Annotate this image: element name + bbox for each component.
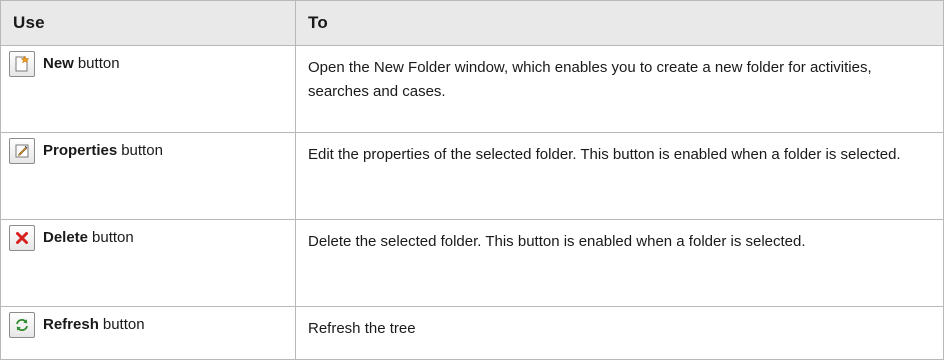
table-row: New button Open the New Folder window, w…	[0, 45, 944, 133]
new-folder-button[interactable]	[9, 51, 35, 77]
use-cell: Refresh button	[0, 306, 296, 360]
table-header-row: Use To	[0, 0, 944, 46]
table-row: Delete button Delete the selected folder…	[0, 219, 944, 307]
use-suffix: button	[77, 55, 120, 72]
description-cell: Open the New Folder window, which enable…	[295, 45, 944, 133]
use-cell: Delete button	[0, 219, 296, 307]
description-cell: Refresh the tree	[295, 306, 944, 360]
buttons-table: Use To New button Open the New Folder wi…	[0, 0, 944, 360]
header-to: To	[295, 0, 944, 46]
use-name: Delete	[43, 229, 89, 246]
delete-icon	[16, 232, 28, 244]
use-name: Properties	[43, 142, 118, 159]
use-cell: Properties button	[0, 132, 296, 220]
new-folder-icon	[15, 55, 30, 72]
table-row: Refresh button Refresh the tree	[0, 306, 944, 360]
description-cell: Edit the properties of the selected fold…	[295, 132, 944, 220]
use-suffix: button	[92, 229, 134, 246]
use-suffix: button	[102, 316, 145, 333]
description-cell: Delete the selected folder. This button …	[295, 219, 944, 307]
use-name: Refresh	[43, 316, 99, 333]
properties-icon	[15, 144, 29, 158]
refresh-button[interactable]	[9, 312, 35, 338]
use-name: New	[43, 55, 74, 72]
refresh-icon	[16, 319, 28, 331]
properties-button[interactable]	[9, 138, 35, 164]
use-cell: New button	[0, 45, 296, 133]
table-row: Properties button Edit the properties of…	[0, 132, 944, 220]
header-use: Use	[0, 0, 296, 46]
use-suffix: button	[121, 142, 163, 159]
delete-button[interactable]	[9, 225, 35, 251]
